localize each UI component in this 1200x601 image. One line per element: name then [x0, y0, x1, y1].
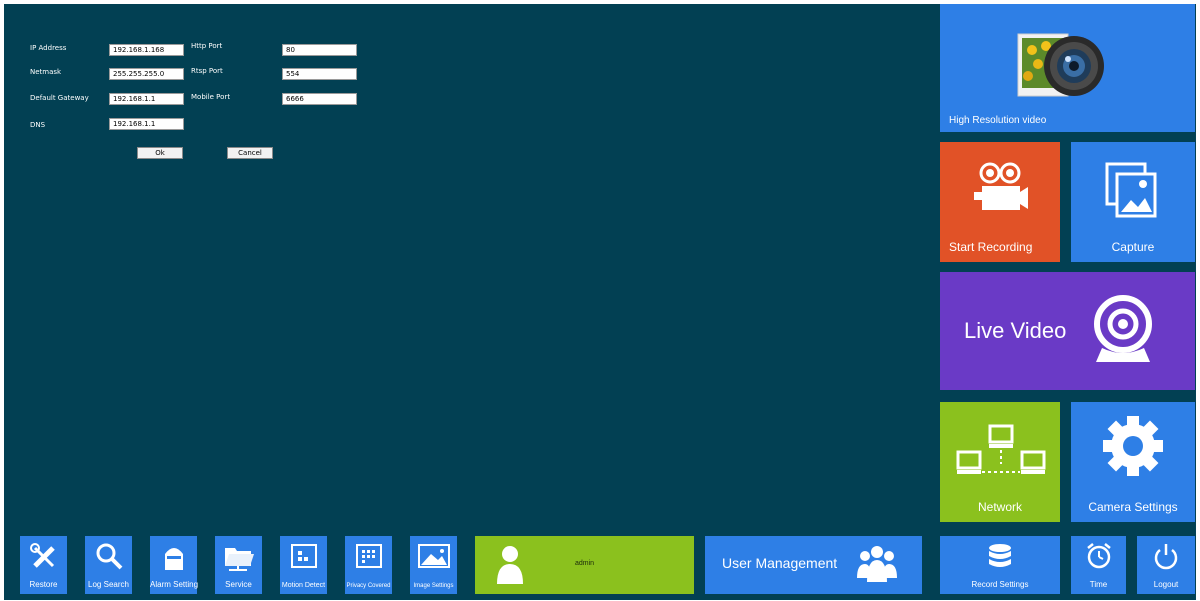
http-port-label: Http Port [191, 42, 223, 50]
network-tile[interactable]: Network [940, 402, 1060, 522]
user-panel: admin [475, 536, 694, 594]
live-video-tile[interactable]: Live Video [940, 272, 1195, 390]
netmask-field[interactable]: 255.255.255.0 [109, 68, 184, 80]
mobile-port-label: Mobile Port [191, 93, 231, 101]
rtsp-port-label: Rtsp Port [191, 67, 223, 75]
restore-button[interactable]: Restore [20, 536, 67, 594]
motion-grid-icon [290, 544, 317, 568]
dns-field[interactable]: 192.168.1.1 [109, 118, 184, 130]
search-icon [96, 543, 122, 570]
image-settings-button[interactable]: Image Settings [410, 536, 457, 594]
motion-detect-label: Motion Detect [281, 582, 326, 589]
ip-address-label: IP Address [30, 44, 67, 52]
capture-tile[interactable]: Capture [1071, 142, 1195, 262]
user-avatar-icon [497, 546, 523, 584]
restore-label: Restore [29, 580, 58, 589]
time-button[interactable]: Time [1071, 536, 1126, 594]
network-label: Network [977, 500, 1022, 514]
live-video-label: Live Video [964, 318, 1067, 343]
time-label: Time [1089, 580, 1108, 589]
database-icon [989, 544, 1011, 567]
camera-lens-icon [1017, 33, 1104, 97]
alarm-setting-label: Alarm Setting [150, 580, 199, 589]
dns-label: DNS [30, 121, 46, 129]
service-label: Service [225, 580, 252, 589]
rtsp-port-field[interactable]: 554 [282, 68, 357, 80]
image-icon [417, 544, 450, 568]
logout-button[interactable]: Logout [1137, 536, 1195, 594]
record-settings-button[interactable]: Record Settings [940, 536, 1060, 594]
logout-label: Logout [1153, 580, 1179, 589]
gateway-field[interactable]: 192.168.1.1 [109, 93, 184, 105]
record-settings-label: Record Settings [971, 580, 1029, 589]
http-port-field[interactable]: 80 [282, 44, 357, 56]
ip-address-field[interactable]: 192.168.1.168 [109, 44, 184, 56]
mobile-port-field[interactable]: 6666 [282, 93, 357, 105]
user-management-label: User Management [722, 555, 838, 571]
service-button[interactable]: Service [215, 536, 262, 594]
users-group-icon [857, 546, 897, 582]
folder-icon [224, 548, 254, 571]
alarm-setting-button[interactable]: Alarm Setting [150, 536, 199, 594]
privacy-covered-label: Privacy Covered [346, 583, 391, 589]
picture-frames-icon [1105, 162, 1157, 218]
image-settings-label: Image Settings [413, 583, 454, 589]
camera-settings-label: Camera Settings [1088, 500, 1178, 514]
privacy-grid-icon [355, 544, 382, 568]
privacy-covered-button[interactable]: Privacy Covered [345, 536, 392, 594]
start-recording-tile[interactable]: Start Recording [940, 142, 1060, 262]
user-name: admin [575, 560, 595, 567]
ok-button[interactable]: Ok [137, 147, 183, 159]
tools-icon [29, 543, 55, 568]
gateway-label: Default Gateway [30, 94, 89, 102]
gear-icon [1103, 416, 1163, 476]
network-computers-icon [956, 424, 1046, 474]
high-resolution-video-label: High Resolution video [949, 115, 1047, 126]
start-recording-label: Start Recording [949, 240, 1033, 254]
high-resolution-video-tile[interactable]: High Resolution video [940, 4, 1195, 132]
camera-settings-tile[interactable]: Camera Settings [1071, 402, 1195, 522]
power-icon [1154, 544, 1178, 570]
cancel-button[interactable]: Cancel [227, 147, 273, 159]
log-search-label: Log Search [88, 580, 129, 589]
video-camera-icon [974, 162, 1028, 210]
main-stage: IP Address 192.168.1.168 Netmask 255.255… [4, 4, 1196, 600]
log-search-button[interactable]: Log Search [85, 536, 132, 594]
webcam-icon [1094, 295, 1152, 362]
user-management-button[interactable]: User Management [705, 536, 922, 594]
alarm-clock-icon [1087, 543, 1111, 569]
motion-detect-button[interactable]: Motion Detect [280, 536, 327, 594]
capture-label: Capture [1111, 240, 1155, 254]
alarm-sensor-icon [164, 548, 183, 570]
netmask-label: Netmask [30, 68, 62, 76]
